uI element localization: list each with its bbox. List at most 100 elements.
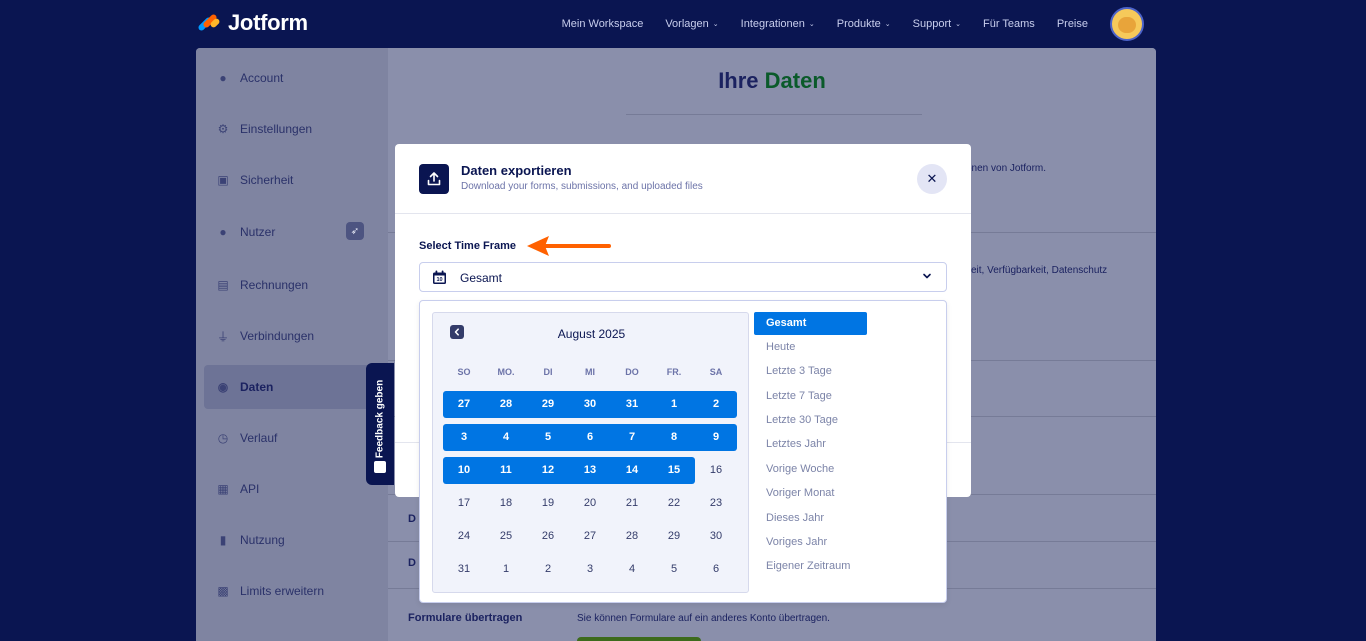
calendar-day[interactable]: 27 bbox=[569, 523, 611, 550]
range-option-dieses-jahr[interactable]: Dieses Jahr bbox=[754, 507, 824, 530]
jotform-logo[interactable]: Jotform bbox=[197, 10, 308, 36]
nav-item-mein-workspace[interactable]: Mein Workspace bbox=[562, 18, 644, 30]
time-frame-select[interactable]: 10 Gesamt bbox=[419, 262, 947, 292]
nav-item-preise[interactable]: Preise bbox=[1057, 18, 1088, 30]
sidebar-item-label: Account bbox=[240, 71, 284, 85]
chevron-down-icon: ⌄ bbox=[712, 21, 719, 28]
calendar-day[interactable]: 30 bbox=[695, 523, 737, 550]
calendar-day[interactable]: 22 bbox=[653, 490, 695, 517]
calendar-day[interactable]: 8 bbox=[653, 424, 695, 451]
sidebar-item-nutzung[interactable]: ▮ Nutzung bbox=[204, 518, 384, 562]
calendar-day[interactable]: 5 bbox=[527, 424, 569, 451]
background-text: onen von Jotform. bbox=[966, 163, 1047, 174]
calendar-day[interactable]: 23 bbox=[695, 490, 737, 517]
page-title: Ihre Daten bbox=[388, 68, 1156, 94]
nav-item-label: Preise bbox=[1056, 18, 1088, 30]
chevron-down-icon bbox=[923, 273, 931, 279]
weekday-label: DI bbox=[543, 367, 553, 377]
calendar-day[interactable]: 28 bbox=[485, 391, 527, 418]
calendar-day[interactable]: 30 bbox=[569, 391, 611, 418]
weekday-label: SO bbox=[457, 367, 471, 377]
calendar-day[interactable]: 6 bbox=[569, 424, 611, 451]
calendar-day[interactable]: 19 bbox=[527, 490, 569, 517]
invoice-icon: ▤ bbox=[217, 278, 229, 292]
calendar-day[interactable]: 29 bbox=[527, 391, 569, 418]
avatar[interactable] bbox=[1110, 7, 1144, 41]
sidebar-item-einstellungen[interactable]: ⚙ Einstellungen bbox=[204, 107, 384, 151]
calendar-day[interactable]: 20 bbox=[569, 490, 611, 517]
sidebar-item-label: Einstellungen bbox=[240, 122, 313, 136]
calendar-day[interactable]: 17 bbox=[443, 490, 485, 517]
calendar-day[interactable]: 2 bbox=[527, 556, 569, 583]
sidebar-item-sicherheit[interactable]: ▣ Sicherheit bbox=[204, 158, 384, 202]
range-option-letzte-3-tage[interactable]: Letzte 3 Tage bbox=[754, 360, 832, 383]
nav-item-f-r-teams[interactable]: Für Teams bbox=[983, 18, 1035, 30]
transfer-forms-button[interactable] bbox=[577, 637, 701, 641]
range-option-heute[interactable]: Heute bbox=[754, 336, 795, 359]
calendar-day[interactable]: 16 bbox=[695, 457, 737, 484]
calendar-day[interactable]: 4 bbox=[485, 424, 527, 451]
lock-icon: ▣ bbox=[217, 173, 229, 187]
calendar-day[interactable]: 27 bbox=[443, 391, 485, 418]
calendar-day[interactable]: 12 bbox=[527, 457, 569, 484]
sidebar-item-account[interactable]: ● Account bbox=[204, 56, 384, 100]
nav-item-support[interactable]: Support ⌄ bbox=[913, 18, 961, 30]
nav-item-label: Support bbox=[912, 18, 952, 30]
time-frame-value: Gesamt bbox=[460, 271, 503, 285]
range-option-letzte-30-tage[interactable]: Letzte 30 Tage bbox=[754, 409, 838, 432]
nav-item-produkte[interactable]: Produkte ⌄ bbox=[837, 18, 891, 30]
sidebar-item-verbindungen[interactable]: ⏚ Verbindungen bbox=[204, 314, 384, 358]
calendar-day[interactable]: 9 bbox=[695, 424, 737, 451]
calendar-day[interactable]: 31 bbox=[611, 391, 653, 418]
sidebar-item-rechnungen[interactable]: ▤ Rechnungen bbox=[204, 263, 384, 307]
nav-item-label: Integrationen bbox=[740, 18, 805, 30]
calendar-day[interactable]: 15 bbox=[653, 457, 695, 484]
feedback-label: Feedback geben bbox=[374, 379, 386, 459]
calendar-day[interactable]: 31 bbox=[443, 556, 485, 583]
calendar-day[interactable]: 14 bbox=[611, 457, 653, 484]
svg-text:10: 10 bbox=[436, 277, 442, 283]
calendar-day[interactable]: 7 bbox=[611, 424, 653, 451]
range-option-gesamt[interactable]: Gesamt bbox=[754, 312, 867, 335]
sidebar-item-label: Daten bbox=[240, 380, 274, 394]
nav-item-integrationen[interactable]: Integrationen ⌄ bbox=[741, 18, 815, 30]
calendar-day[interactable]: 5 bbox=[653, 556, 695, 583]
calendar-day[interactable]: 25 bbox=[485, 523, 527, 550]
calendar-day[interactable]: 3 bbox=[569, 556, 611, 583]
range-option-letzte-7-tage[interactable]: Letzte 7 Tage bbox=[754, 385, 832, 408]
range-option-eigener-zeitraum[interactable]: Eigener Zeitraum bbox=[754, 555, 850, 578]
feedback-tab[interactable]: Feedback geben bbox=[366, 363, 394, 485]
calendar-day[interactable]: 11 bbox=[485, 457, 527, 484]
sidebar-item-verlauf[interactable]: ◷ Verlauf bbox=[204, 416, 384, 460]
calendar-day[interactable]: 4 bbox=[611, 556, 653, 583]
range-option-letztes-jahr[interactable]: Letztes Jahr bbox=[754, 433, 826, 456]
calendar-day[interactable]: 18 bbox=[485, 490, 527, 517]
sidebar-item-api[interactable]: ▦ API bbox=[204, 467, 384, 511]
calendar-day[interactable]: 28 bbox=[611, 523, 653, 550]
calendar-day[interactable]: 6 bbox=[695, 556, 737, 583]
calendar-day[interactable]: 24 bbox=[443, 523, 485, 550]
range-option-vorige-woche[interactable]: Vorige Woche bbox=[754, 458, 834, 481]
calendar-day[interactable]: 10 bbox=[443, 457, 485, 484]
sidebar-item-label: Nutzung bbox=[240, 533, 285, 547]
calendar-day[interactable]: 1 bbox=[653, 391, 695, 418]
calendar-day[interactable]: 1 bbox=[485, 556, 527, 583]
calendar-day[interactable]: 13 bbox=[569, 457, 611, 484]
calendar-day[interactable]: 26 bbox=[527, 523, 569, 550]
sidebar-item-nutzer[interactable]: ● Nutzer ➶ bbox=[204, 210, 384, 254]
weekday-label: FR. bbox=[666, 367, 682, 377]
calendar-day[interactable]: 21 bbox=[611, 490, 653, 517]
nav-item-vorlagen[interactable]: Vorlagen ⌄ bbox=[665, 18, 718, 30]
range-option-voriges-jahr[interactable]: Voriges Jahr bbox=[754, 531, 827, 554]
sidebar-item-limits-erweitern[interactable]: ▩ Limits erweitern bbox=[204, 569, 384, 613]
calendar-day[interactable]: 2 bbox=[695, 391, 737, 418]
calendar-day[interactable]: 3 bbox=[443, 424, 485, 451]
time-frame-dropdown: August 2025 SO MO. DI MI DO FR. SA 27 28 29 30 31 1 2… bbox=[419, 300, 947, 603]
sidebar-item-daten[interactable]: ◉ Daten bbox=[204, 365, 384, 409]
close-button[interactable]: ✕ bbox=[917, 164, 947, 194]
range-option-voriger-monat[interactable]: Voriger Monat bbox=[754, 482, 834, 505]
calendar-day[interactable]: 29 bbox=[653, 523, 695, 550]
calendar-month-label: August 2025 bbox=[557, 327, 626, 341]
background-text: keit, Verfügbarkeit, Datenschutz bbox=[966, 265, 1108, 276]
users-icon: ● bbox=[219, 225, 227, 239]
